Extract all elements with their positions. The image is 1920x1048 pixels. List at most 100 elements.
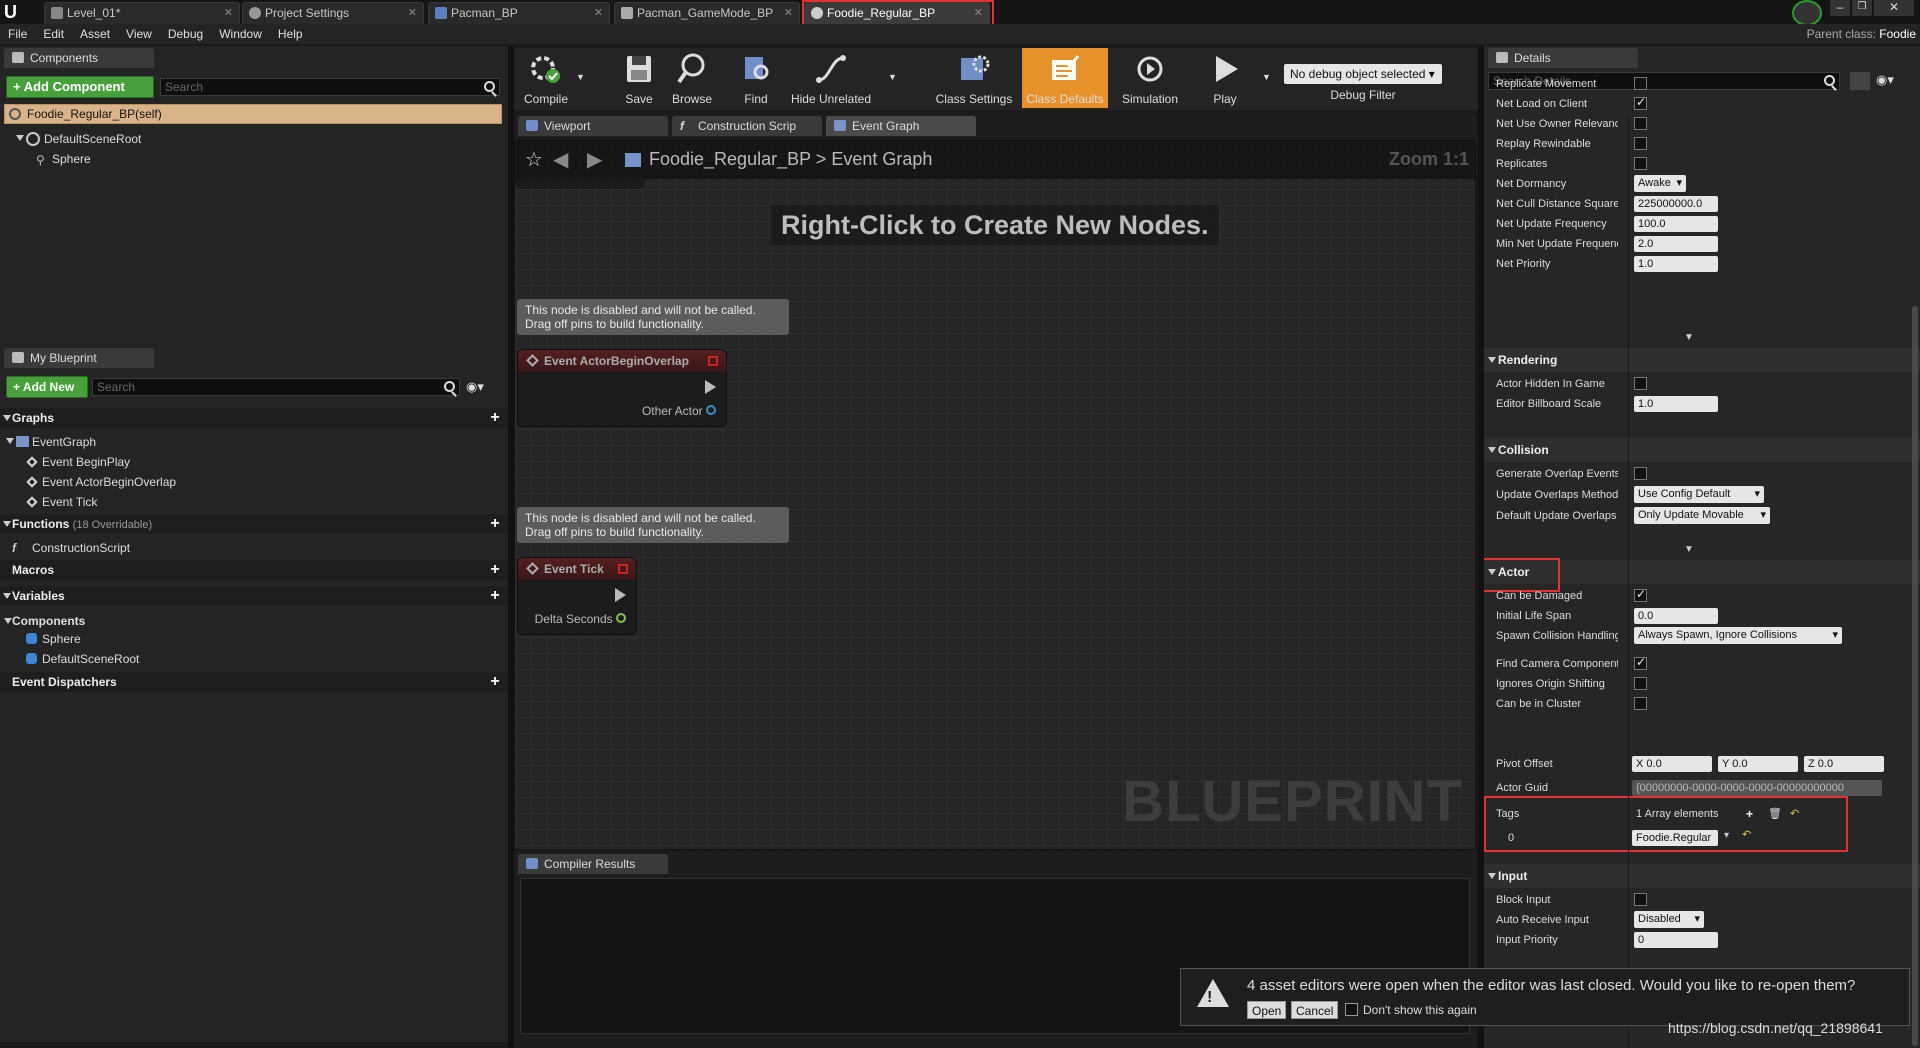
tree-item-defaultsceneroot[interactable]: DefaultSceneRoot (16, 132, 141, 146)
node-event-actorbeginoverlap[interactable]: Event ActorBeginOverlap Other Actor (517, 349, 727, 427)
property-checkbox[interactable] (1634, 117, 1647, 130)
components-search-input[interactable]: Search (160, 78, 500, 96)
dont-show-checkbox[interactable] (1345, 1003, 1358, 1016)
tab-viewport[interactable]: Viewport (518, 116, 668, 136)
tab-details[interactable]: Details (1488, 48, 1638, 68)
add-graph-icon[interactable]: + (488, 410, 502, 426)
property-number-input[interactable]: 0 (1634, 932, 1718, 948)
window-close-icon[interactable]: ✕ (1874, 0, 1914, 16)
star-icon[interactable]: ☆ (525, 147, 543, 172)
expand-arrow-icon[interactable] (4, 618, 12, 624)
pivot-z-input[interactable]: Z 0.0 (1804, 756, 1884, 772)
property-combo[interactable]: Awake (1634, 175, 1686, 192)
output-delegate-pin[interactable] (708, 356, 718, 366)
tab-pacman-gamemode[interactable]: Pacman_GameMode_BP ✕ (614, 2, 800, 24)
class-defaults-button[interactable]: Class Defaults (1022, 48, 1108, 108)
column-divider[interactable] (1628, 116, 1629, 1048)
property-checkbox[interactable] (1634, 95, 1647, 110)
menu-view[interactable]: View (118, 24, 160, 44)
close-icon[interactable]: ✕ (224, 3, 233, 23)
property-number-input[interactable]: 1.0 (1634, 256, 1718, 272)
node-header[interactable]: Event ActorBeginOverlap (518, 350, 726, 372)
tab-my-blueprint[interactable]: My Blueprint (4, 348, 154, 368)
category-input[interactable]: Input (1484, 864, 1920, 888)
property-number-input[interactable]: 1.0 (1634, 396, 1718, 412)
tab-event-graph[interactable]: Event Graph (826, 116, 976, 136)
save-button[interactable]: Save (614, 48, 664, 108)
collapse-arrow-icon[interactable] (3, 415, 11, 421)
advanced-expand-icon[interactable]: ▼ (1684, 544, 1694, 555)
back-arrow-icon[interactable]: ◀ (553, 147, 568, 172)
category-collision[interactable]: Collision (1484, 438, 1920, 462)
pivot-x-input[interactable]: X 0.0 (1632, 756, 1712, 772)
play-button[interactable]: Play (1194, 48, 1256, 108)
tree-item-eventgraph[interactable]: EventGraph (6, 435, 96, 449)
tree-item-event-actorbeginoverlap[interactable]: Event ActorBeginOverlap (26, 475, 176, 489)
source-control-icon[interactable] (1792, 0, 1822, 26)
output-delegate-pin[interactable] (618, 564, 628, 574)
tab-pacman-bp[interactable]: Pacman_BP ✕ (428, 2, 610, 24)
collapse-arrow-icon[interactable] (3, 521, 11, 527)
details-scrollbar[interactable] (1912, 306, 1918, 1046)
simulation-button[interactable]: Simulation (1114, 48, 1186, 108)
event-graph-canvas[interactable]: ☆ ◀ ▶ Foodie_Regular_BP > Event Graph Zo… (514, 140, 1476, 850)
property-combo[interactable]: Disabled (1634, 911, 1704, 928)
float-pin-icon[interactable] (616, 613, 626, 623)
menu-help[interactable]: Help (270, 24, 311, 44)
property-checkbox[interactable] (1634, 137, 1647, 150)
open-button[interactable]: Open (1247, 1001, 1287, 1019)
add-new-button[interactable]: + Add New (6, 376, 88, 398)
tab-components[interactable]: Components (4, 48, 154, 68)
menu-edit[interactable]: Edit (35, 24, 72, 44)
blueprint-search-input[interactable]: Search (92, 378, 460, 396)
compile-options-chevron-icon[interactable]: ▼ (576, 72, 585, 82)
property-combo[interactable]: Use Config Default (1634, 486, 1764, 503)
browse-button[interactable]: Browse (664, 48, 720, 108)
tree-item-components-category[interactable]: Components (4, 614, 85, 628)
add-function-icon[interactable]: + (488, 516, 502, 532)
maximize-icon[interactable]: ❐ (1852, 0, 1872, 16)
property-checkbox[interactable] (1634, 587, 1647, 602)
section-variables[interactable]: Variables + (0, 586, 508, 606)
minimize-icon[interactable]: – (1830, 0, 1850, 16)
property-checkbox[interactable] (1634, 893, 1647, 906)
tree-item-event-tick[interactable]: Event Tick (26, 495, 97, 509)
pin-other-actor[interactable]: Other Actor (642, 404, 716, 418)
property-checkbox[interactable] (1634, 467, 1647, 480)
property-combo[interactable]: Only Update Movable (1634, 507, 1770, 524)
property-number-input[interactable]: 2.0 (1634, 236, 1718, 252)
property-checkbox[interactable] (1634, 377, 1647, 390)
property-checkbox[interactable] (1634, 157, 1647, 170)
parent-class-value[interactable]: Foodie (1879, 27, 1916, 41)
hide-unrelated-chevron-icon[interactable]: ▼ (888, 72, 897, 82)
self-component-row[interactable]: Foodie_Regular_BP(self) (4, 104, 502, 124)
property-checkbox[interactable] (1634, 655, 1647, 670)
property-number-input[interactable]: 100.0 (1634, 216, 1718, 232)
menu-window[interactable]: Window (211, 24, 270, 44)
property-checkbox[interactable] (1634, 697, 1647, 710)
property-checkbox[interactable] (1634, 77, 1647, 90)
search-icon[interactable] (444, 381, 455, 392)
property-number-input[interactable]: 0.0 (1634, 608, 1718, 624)
tree-item-var-sphere[interactable]: Sphere (26, 632, 81, 646)
exec-pin[interactable] (615, 588, 626, 602)
menu-file[interactable]: File (0, 24, 35, 44)
tree-item-sphere[interactable]: ⚲ Sphere (36, 152, 91, 167)
section-event-dispatchers[interactable]: Event Dispatchers + (0, 672, 508, 692)
find-button[interactable]: Find (730, 48, 782, 108)
compile-button[interactable]: Compile (514, 48, 578, 108)
eye-icon[interactable]: ◉▾ (466, 379, 484, 395)
property-number-input[interactable]: 225000000.0 (1634, 196, 1718, 212)
search-icon[interactable] (484, 81, 495, 92)
add-variable-icon[interactable]: + (488, 588, 502, 604)
pivot-y-input[interactable]: Y 0.0 (1718, 756, 1798, 772)
node-event-tick[interactable]: Event Tick Delta Seconds (517, 557, 637, 635)
class-settings-button[interactable]: Class Settings (930, 48, 1018, 108)
play-options-chevron-icon[interactable]: ▼ (1262, 72, 1271, 82)
hide-unrelated-button[interactable]: Hide Unrelated (786, 48, 876, 108)
tree-item-event-beginplay[interactable]: Event BeginPlay (26, 455, 130, 469)
section-graphs[interactable]: Graphs + (0, 408, 508, 428)
advanced-expand-icon[interactable]: ▼ (1684, 332, 1694, 343)
property-combo[interactable]: Always Spawn, Ignore Collisions (1634, 627, 1842, 644)
tab-compiler-results[interactable]: Compiler Results (518, 854, 668, 874)
